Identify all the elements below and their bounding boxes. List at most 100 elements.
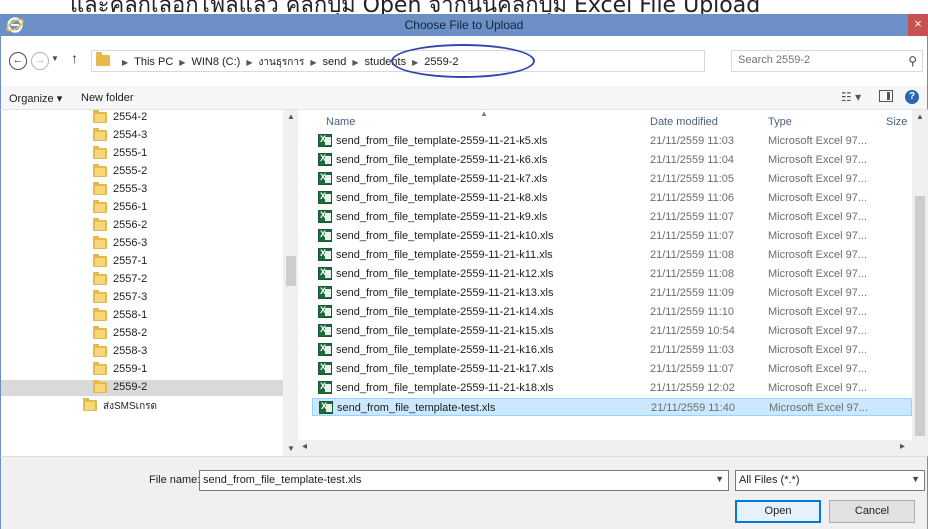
breadcrumb-item[interactable]: send <box>323 56 347 68</box>
scroll-up-icon[interactable]: ▲ <box>287 112 295 121</box>
horizontal-scrollbar[interactable]: ◂ ▸ <box>298 440 914 456</box>
file-name-combobox[interactable]: ▼ <box>199 470 729 491</box>
file-row[interactable]: send_from_file_template-2559-11-21-k14.x… <box>312 303 912 321</box>
scroll-up-icon[interactable]: ▲ <box>916 112 924 121</box>
file-list-scrollbar[interactable]: ▲ <box>912 110 928 456</box>
file-type: Microsoft Excel 97... <box>768 211 868 223</box>
scroll-left-icon[interactable]: ◂ <box>302 441 307 452</box>
change-view-icon[interactable]: ☷ ▾ <box>841 90 861 104</box>
folder-label: 2554-2 <box>113 111 148 123</box>
chevron-down-icon[interactable]: ▼ <box>911 474 920 484</box>
breadcrumb-separator-icon: ▶ <box>310 58 317 67</box>
breadcrumb-item[interactable]: This PC <box>134 56 173 68</box>
column-name[interactable]: Name <box>326 116 355 128</box>
preview-pane-icon[interactable] <box>879 90 893 102</box>
file-list-pane: ▲ Name Date modified Type Size send_from… <box>298 109 928 456</box>
file-type: Microsoft Excel 97... <box>768 249 868 261</box>
folder-tree-item[interactable]: 2555-3 <box>1 182 283 198</box>
file-row[interactable]: send_from_file_template-2559-11-21-k16.x… <box>312 341 912 359</box>
scrollbar-thumb[interactable] <box>286 256 296 286</box>
file-row[interactable]: send_from_file_template-2559-11-21-k15.x… <box>312 322 912 340</box>
column-type[interactable]: Type <box>768 116 792 128</box>
title-bar: Choose File to Upload × <box>0 14 928 36</box>
new-folder-button[interactable]: New folder <box>81 92 134 104</box>
file-row[interactable]: send_from_file_template-2559-11-21-k9.xl… <box>312 208 912 226</box>
file-row[interactable]: send_from_file_template-2559-11-21-k12.x… <box>312 265 912 283</box>
sort-ascending-icon: ▲ <box>480 109 488 118</box>
file-type: Microsoft Excel 97... <box>768 268 868 280</box>
file-name: send_from_file_template-2559-11-21-k6.xl… <box>336 154 548 166</box>
file-type: Microsoft Excel 97... <box>768 363 868 375</box>
file-name: send_from_file_template-2559-11-21-k11.x… <box>336 249 553 261</box>
folder-label: 2556-3 <box>113 237 148 249</box>
address-bar-row: ← → ▼ ↑ ▶ This PC ▶ WIN8 (C:) ▶ งานธุรการ ▶ sen… <box>0 36 928 86</box>
folder-tree-item[interactable]: 2558-1 <box>1 308 283 324</box>
folder-tree-item[interactable]: 2554-2 <box>1 110 283 126</box>
excel-file-icon <box>318 305 332 318</box>
search-input[interactable] <box>738 54 898 66</box>
file-type: Microsoft Excel 97... <box>768 135 868 147</box>
window-title: Choose File to Upload <box>404 18 524 32</box>
folder-tree-item[interactable]: 2554-3 <box>1 128 283 144</box>
file-row[interactable]: send_from_file_template-2559-11-21-k17.x… <box>312 360 912 378</box>
file-date: 21/11/2559 11:08 <box>650 249 735 261</box>
scroll-down-icon[interactable]: ▼ <box>287 444 295 453</box>
file-row[interactable]: send_from_file_template-2559-11-21-k6.xl… <box>312 151 912 169</box>
breadcrumb-separator-icon: ▶ <box>122 58 129 67</box>
folder-tree-item[interactable]: 2557-3 <box>1 290 283 306</box>
organize-menu[interactable]: Organize ▾ <box>9 92 62 105</box>
folder-tree-item[interactable]: 2556-2 <box>1 218 283 234</box>
forward-button[interactable]: → <box>31 52 49 70</box>
annotation-oval <box>391 44 535 78</box>
file-name: send_from_file_template-2559-11-21-k7.xl… <box>336 173 548 185</box>
file-name: send_from_file_template-2559-11-21-k9.xl… <box>336 211 548 223</box>
file-name-field[interactable] <box>203 474 703 486</box>
file-date: 21/11/2559 11:06 <box>650 192 735 204</box>
help-icon[interactable]: ? <box>905 90 919 104</box>
search-box[interactable]: ⚲ <box>731 50 923 72</box>
command-toolbar: Organize ▾ New folder ☷ ▾ ? <box>0 86 928 110</box>
back-button[interactable]: ← <box>9 52 27 70</box>
folder-tree-item[interactable]: 2557-2 <box>1 272 283 288</box>
search-icon[interactable]: ⚲ <box>908 54 917 68</box>
folder-tree-item-selected[interactable]: 2559-2 <box>1 380 283 396</box>
breadcrumb-item[interactable]: WIN8 (C:) <box>191 56 240 68</box>
file-row-selected[interactable]: send_from_file_template-test.xls 21/11/25… <box>312 398 912 416</box>
excel-file-icon <box>318 343 332 356</box>
folder-tree-item[interactable]: ส่งSMSเกรด <box>1 398 283 414</box>
recent-locations-dropdown[interactable]: ▼ <box>51 54 59 63</box>
file-row[interactable]: send_from_file_template-2559-11-21-k10.x… <box>312 227 912 245</box>
close-button[interactable]: × <box>908 14 928 36</box>
file-row[interactable]: send_from_file_template-2559-11-21-k5.xl… <box>312 132 912 150</box>
file-type: Microsoft Excel 97... <box>768 230 868 242</box>
folder-tree-item[interactable]: 2555-2 <box>1 164 283 180</box>
breadcrumb-item[interactable]: งานธุรการ <box>258 55 304 70</box>
folder-tree-scrollbar[interactable]: ▲ ▼ <box>283 110 299 456</box>
up-folder-button[interactable]: ↑ <box>71 50 78 66</box>
file-row[interactable]: send_from_file_template-2559-11-21-k13.x… <box>312 284 912 302</box>
file-row[interactable]: send_from_file_template-2559-11-21-k8.xl… <box>312 189 912 207</box>
excel-file-icon <box>318 210 332 223</box>
folder-tree-item[interactable]: 2556-3 <box>1 236 283 252</box>
folder-tree-item[interactable]: 2556-1 <box>1 200 283 216</box>
cancel-button[interactable]: Cancel <box>829 500 915 523</box>
column-date-modified[interactable]: Date modified <box>650 116 718 128</box>
folder-icon <box>93 236 107 249</box>
scrollbar-thumb[interactable] <box>915 196 925 436</box>
folder-icon <box>93 272 107 285</box>
file-row[interactable]: send_from_file_template-2559-11-21-k11.x… <box>312 246 912 264</box>
scroll-right-icon[interactable]: ▸ <box>900 441 905 452</box>
chevron-down-icon[interactable]: ▼ <box>715 474 724 484</box>
folder-tree-item[interactable]: 2555-1 <box>1 146 283 162</box>
file-row[interactable]: send_from_file_template-2559-11-21-k18.x… <box>312 379 912 397</box>
file-name-label: File name: <box>149 474 201 486</box>
folder-tree-item[interactable]: 2559-1 <box>1 362 283 378</box>
file-type-select[interactable]: All Files (*.*) ▼ <box>735 470 925 491</box>
folder-tree-item[interactable]: 2558-3 <box>1 344 283 360</box>
file-row[interactable]: send_from_file_template-2559-11-21-k7.xl… <box>312 170 912 188</box>
folder-tree-item[interactable]: 2557-1 <box>1 254 283 270</box>
open-button[interactable]: Open <box>735 500 821 523</box>
folder-tree-item[interactable]: 2558-2 <box>1 326 283 342</box>
column-size[interactable]: Size <box>886 116 907 128</box>
breadcrumb-separator-icon: ▶ <box>352 58 359 67</box>
